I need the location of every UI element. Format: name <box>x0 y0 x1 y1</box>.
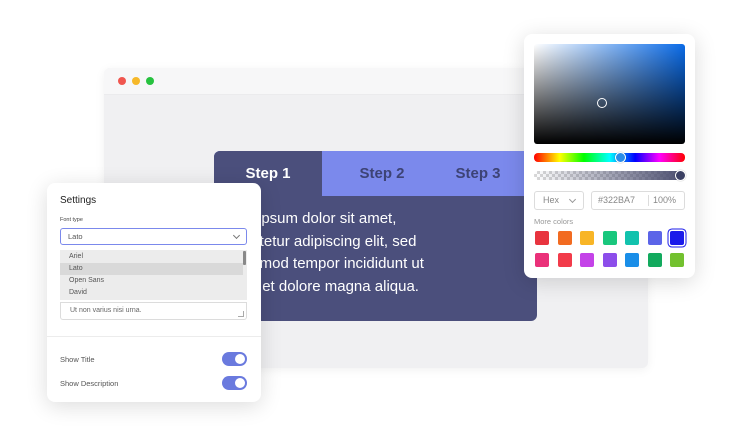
close-window-dot[interactable] <box>118 77 126 85</box>
show-title-toggle[interactable] <box>222 352 247 366</box>
tab-bar: Step 1 Step 2 Step 3 <box>214 151 537 196</box>
color-picker-panel: Hex #322BA7 100% More colors <box>524 34 695 278</box>
font-option-david[interactable]: David <box>60 287 243 299</box>
description-textarea[interactable]: Ut non varius nisi urna. <box>60 302 247 320</box>
toggle-knob <box>235 354 245 364</box>
settings-title: Settings <box>60 195 97 206</box>
color-swatch[interactable] <box>580 231 594 245</box>
color-swatch[interactable] <box>670 231 684 245</box>
show-description-toggle[interactable] <box>222 376 247 390</box>
font-option-lato[interactable]: Lato <box>60 263 243 275</box>
color-swatch[interactable] <box>647 253 662 267</box>
alpha-slider[interactable] <box>534 170 686 181</box>
color-swatch[interactable] <box>625 253 639 267</box>
color-swatch[interactable] <box>535 231 549 245</box>
color-swatch[interactable] <box>535 253 549 267</box>
show-title-label: Show Title <box>60 355 95 364</box>
font-option-ariel[interactable]: Ariel <box>60 251 243 263</box>
tab-content: rem ipsum dolor sit amet, nsectetur adip… <box>228 208 528 298</box>
tab-content-line: eiusmod tempor incididunt ut <box>228 255 424 273</box>
show-description-label: Show Description <box>60 379 119 388</box>
toggle-knob <box>235 378 245 388</box>
tabs-widget: Step 1 Step 2 Step 3 rem ipsum dolor sit… <box>214 151 537 321</box>
font-type-select[interactable]: Lato <box>60 228 247 245</box>
color-swatch[interactable] <box>557 253 572 267</box>
color-swatch[interactable] <box>647 231 662 245</box>
tab-step-3[interactable]: Step 3 <box>438 151 518 196</box>
color-format-select[interactable]: Hex <box>534 191 584 210</box>
input-separator <box>648 195 649 206</box>
saturation-handle[interactable] <box>597 98 607 108</box>
color-swatch[interactable] <box>625 231 639 245</box>
tab-content-line: bore et dolore magna aliqua. <box>228 277 419 295</box>
minimize-window-dot[interactable] <box>132 77 140 85</box>
color-swatch[interactable] <box>580 253 594 267</box>
chevron-down-icon <box>232 231 241 240</box>
description-text: Ut non varius nisi urna. <box>70 307 142 314</box>
tab-content-line: rem ipsum dolor sit amet, <box>228 210 397 227</box>
font-options-list: Ariel Lato Open Sans David <box>60 250 247 300</box>
hex-value: #322BA7 <box>598 195 636 205</box>
alpha-handle[interactable] <box>675 170 686 181</box>
color-format-value: Hex <box>543 195 560 205</box>
list-scrollbar[interactable] <box>243 251 246 265</box>
maximize-window-dot[interactable] <box>146 77 154 85</box>
hue-slider[interactable] <box>534 152 685 163</box>
color-swatch[interactable] <box>557 231 572 245</box>
more-colors-label: More colors <box>534 217 574 226</box>
font-select-value: Lato <box>68 232 83 241</box>
tab-content-line: nsectetur adipiscing elit, sed <box>228 232 417 250</box>
chevron-down-icon <box>568 195 577 204</box>
saturation-area[interactable] <box>534 44 685 144</box>
font-option-open-sans[interactable]: Open Sans <box>60 275 243 287</box>
alpha-value[interactable]: 100% <box>653 192 676 209</box>
settings-panel: Settings Font type Lato Ariel Lato Open … <box>47 183 261 402</box>
hex-input[interactable]: #322BA7 100% <box>591 191 685 210</box>
color-swatch[interactable] <box>670 253 684 267</box>
hue-handle[interactable] <box>615 152 626 163</box>
resize-handle-icon[interactable] <box>238 311 244 317</box>
color-swatch[interactable] <box>602 231 617 245</box>
tab-step-2[interactable]: Step 2 <box>342 151 422 196</box>
font-type-label: Font type <box>60 217 83 223</box>
color-swatch[interactable] <box>602 253 617 267</box>
divider <box>47 336 261 337</box>
